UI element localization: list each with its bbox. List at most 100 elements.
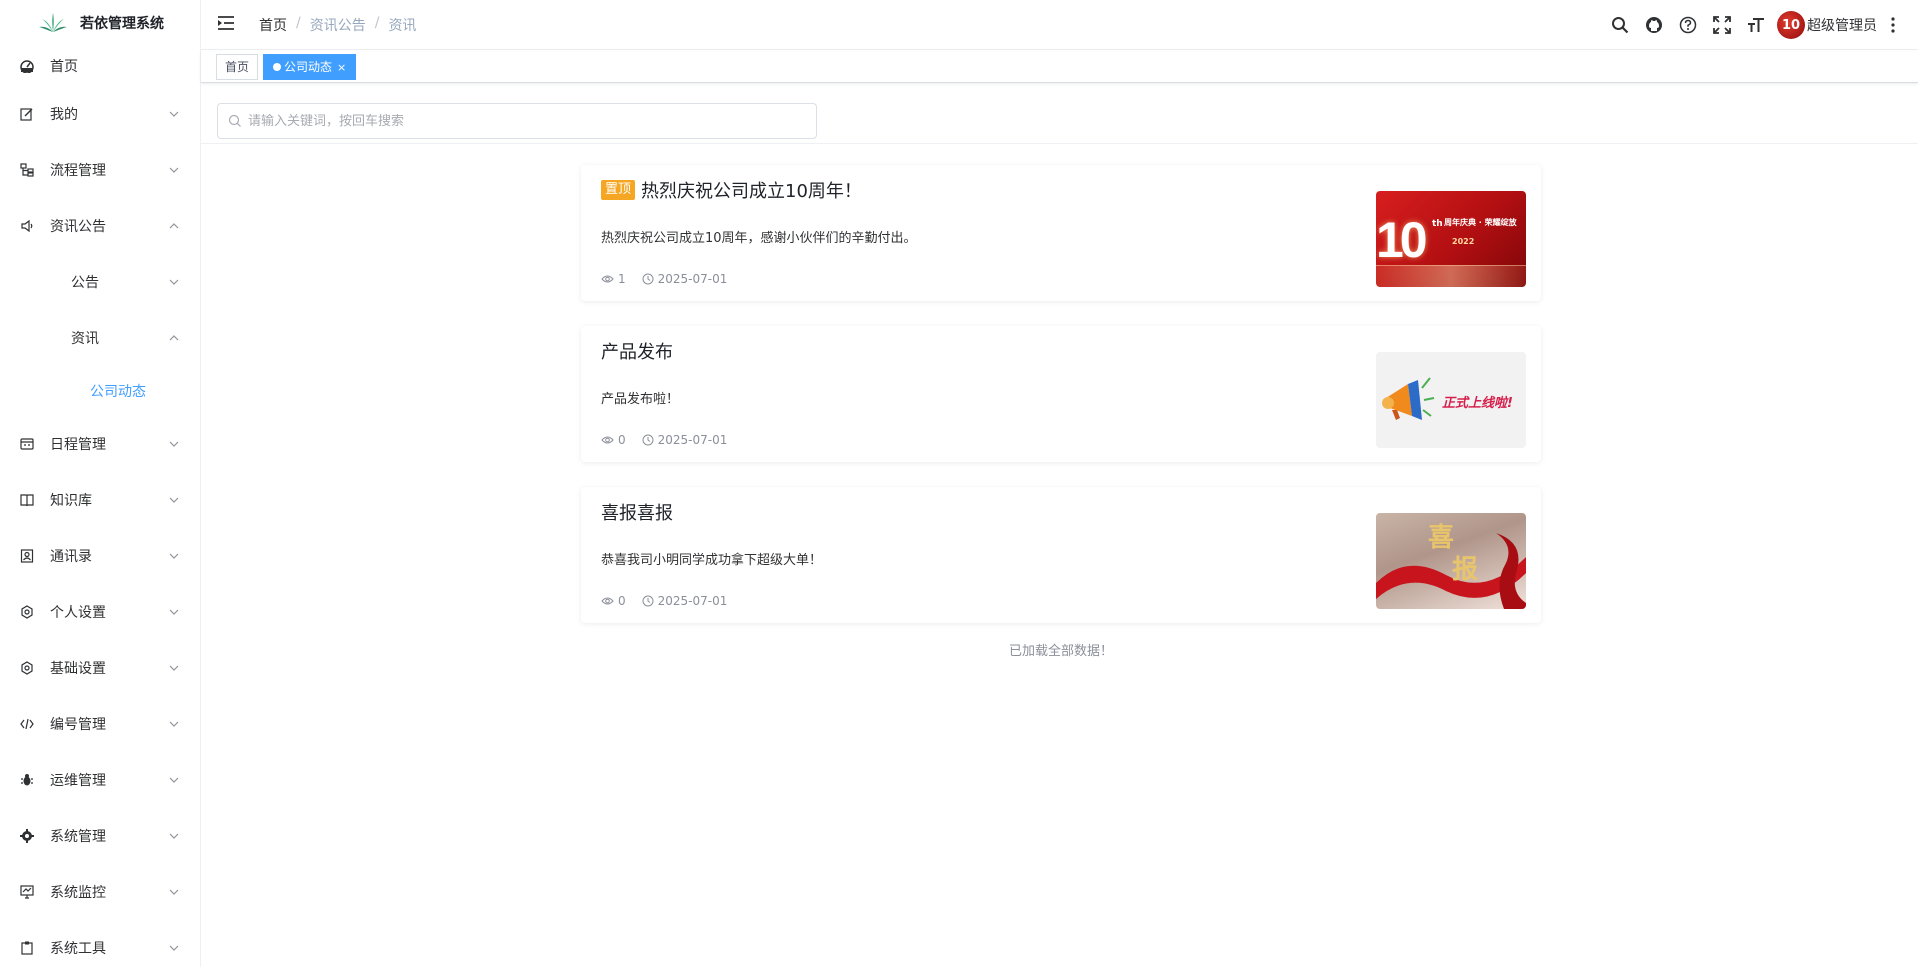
thumb-line-1: 周年庆典 · 荣耀绽放: [1444, 218, 1517, 227]
font-size-icon[interactable]: [1739, 0, 1773, 50]
article-summary: 产品发布啦！: [601, 392, 680, 407]
tag-company-news[interactable]: 公司动态 ×: [263, 54, 357, 80]
close-icon[interactable]: ×: [337, 61, 346, 74]
sidebar-item-label: 系统工具: [50, 941, 106, 957]
app-title: 若依管理系统: [80, 16, 164, 32]
chevron-down-icon: [169, 279, 179, 285]
sidebar-item-workflow[interactable]: 流程管理: [0, 142, 200, 198]
logo[interactable]: 若依管理系统: [0, 0, 200, 46]
sidebar-item-label: 个人设置: [50, 605, 106, 621]
chevron-down-icon: [169, 553, 179, 559]
article-meta: 0 2025-07-01: [601, 433, 727, 447]
sidebar-item-label: 资讯: [71, 331, 99, 347]
article-thumbnail[interactable]: 10 th 周年庆典 · 荣耀绽放 2022: [1376, 191, 1526, 287]
chevron-down-icon: [169, 441, 179, 447]
clock-icon: [642, 273, 654, 285]
publish-date: 2025-07-01: [657, 272, 728, 286]
sidebar-item-label: 基础设置: [50, 661, 106, 677]
edit-icon: [20, 107, 34, 121]
sidebar-item-company-news[interactable]: 公司动态: [0, 366, 200, 416]
sidebar-item-news[interactable]: 资讯: [0, 310, 200, 366]
settings-icon: [20, 829, 34, 843]
sidebar-item-label: 首页: [50, 59, 78, 75]
sidebar-item-contacts[interactable]: 通讯录: [0, 528, 200, 584]
chevron-down-icon: [169, 665, 179, 671]
tag-label: 公司动态: [284, 60, 333, 74]
view-count: 1: [618, 272, 626, 286]
thumb-ribbon: [1376, 265, 1526, 287]
search-icon[interactable]: [1603, 0, 1637, 50]
chevron-down-icon: [169, 111, 179, 117]
tool-icon: [20, 941, 34, 955]
sidebar-item-knowledge[interactable]: 知识库: [0, 472, 200, 528]
gear-icon: [20, 661, 34, 675]
sidebar-menu: 首页 我的 流程管理 资讯公告 公告 资讯 公司动态 日程管理 知识库 通讯录 …: [0, 46, 200, 967]
search-input[interactable]: [248, 113, 808, 129]
book-icon: [20, 493, 34, 507]
chevron-down-icon: [169, 721, 179, 727]
sidebar-item-notice[interactable]: 公告: [0, 254, 200, 310]
view-count: 0: [618, 433, 626, 447]
avatar[interactable]: 10: [1777, 11, 1805, 39]
sidebar-item-system-tools[interactable]: 系统工具: [0, 920, 200, 967]
sidebar-item-basic-settings[interactable]: 基础设置: [0, 640, 200, 696]
sidebar-item-personal-settings[interactable]: 个人设置: [0, 584, 200, 640]
sidebar-item-label: 知识库: [50, 493, 92, 509]
sidebar-item-label: 我的: [50, 107, 78, 123]
chevron-down-icon: [169, 833, 179, 839]
github-icon[interactable]: [1637, 0, 1671, 50]
sidebar-item-label: 编号管理: [50, 717, 106, 733]
article-title[interactable]: 喜报喜报: [601, 499, 673, 525]
article-title-text: 热烈庆祝公司成立10周年！: [641, 181, 862, 202]
calendar-icon: [20, 437, 34, 451]
active-dot-icon: [273, 63, 281, 71]
breadcrumb-home[interactable]: 首页: [259, 15, 287, 35]
sidebar-item-news-notice[interactable]: 资讯公告: [0, 198, 200, 254]
sidebar-item-home[interactable]: 首页: [0, 46, 200, 86]
hamburger-icon[interactable]: [217, 15, 235, 31]
article-title[interactable]: 置顶 热烈庆祝公司成立10周年！: [601, 177, 862, 203]
search-box[interactable]: [217, 103, 817, 139]
sidebar-item-code-management[interactable]: 编号管理: [0, 696, 200, 752]
sidebar-item-label: 流程管理: [50, 163, 106, 179]
article-summary: 恭喜我司小明同学成功拿下超级大单！: [601, 553, 823, 568]
article-card[interactable]: 产品发布 产品发布啦！ 0 2025-07-01 正式上线啦!: [581, 326, 1541, 462]
publish-date: 2025-07-01: [657, 433, 728, 447]
username[interactable]: 超级管理员: [1807, 15, 1877, 35]
sidebar-item-label: 系统管理: [50, 829, 106, 845]
contacts-icon: [20, 549, 34, 563]
sidebar-item-label: 公司动态: [90, 384, 146, 400]
header-actions: 10 超级管理员: [1603, 0, 1903, 50]
eye-icon: [601, 597, 614, 605]
breadcrumb-news-notice[interactable]: 资讯公告: [310, 15, 366, 35]
pinned-badge: 置顶: [601, 180, 636, 200]
sidebar-item-label: 资讯公告: [50, 219, 106, 235]
sidebar-item-label: 系统监控: [50, 885, 106, 901]
sidebar-item-ops[interactable]: 运维管理: [0, 752, 200, 808]
breadcrumb-separator: /: [296, 15, 301, 31]
megaphone-icon: [1382, 377, 1435, 420]
article-card[interactable]: 喜报喜报 恭喜我司小明同学成功拿下超级大单！ 0 2025-07-01 喜 报: [581, 487, 1541, 623]
article-thumbnail[interactable]: 正式上线啦!: [1376, 352, 1526, 448]
article-thumbnail[interactable]: 喜 报: [1376, 513, 1526, 609]
search-bar: [201, 84, 1918, 144]
sidebar-item-schedule[interactable]: 日程管理: [0, 416, 200, 472]
more-vertical-icon[interactable]: [1883, 0, 1903, 50]
article-list: 置顶 热烈庆祝公司成立10周年！ 热烈庆祝公司成立10周年，感谢小伙伴们的辛勤付…: [581, 165, 1541, 648]
sidebar-item-system-management[interactable]: 系统管理: [0, 808, 200, 864]
monitor-icon: [20, 885, 34, 899]
navbar: 首页 / 资讯公告 / 资讯 10 超级管理员: [201, 0, 1918, 50]
help-icon[interactable]: [1671, 0, 1705, 50]
fullscreen-icon[interactable]: [1705, 0, 1739, 50]
chevron-down-icon: [169, 889, 179, 895]
article-title-text: 产品发布: [601, 342, 673, 363]
tag-home[interactable]: 首页: [216, 54, 259, 80]
sidebar-item-mine[interactable]: 我的: [0, 86, 200, 142]
breadcrumb: 首页 / 资讯公告 / 资讯: [259, 15, 416, 35]
thumb-text: 正式上线啦!: [1442, 396, 1513, 411]
breadcrumb-separator: /: [374, 15, 380, 31]
sidebar-item-system-monitor[interactable]: 系统监控: [0, 864, 200, 920]
article-card[interactable]: 置顶 热烈庆祝公司成立10周年！ 热烈庆祝公司成立10周年，感谢小伙伴们的辛勤付…: [581, 165, 1541, 301]
sidebar-item-label: 公告: [71, 275, 99, 291]
article-title[interactable]: 产品发布: [601, 338, 673, 364]
